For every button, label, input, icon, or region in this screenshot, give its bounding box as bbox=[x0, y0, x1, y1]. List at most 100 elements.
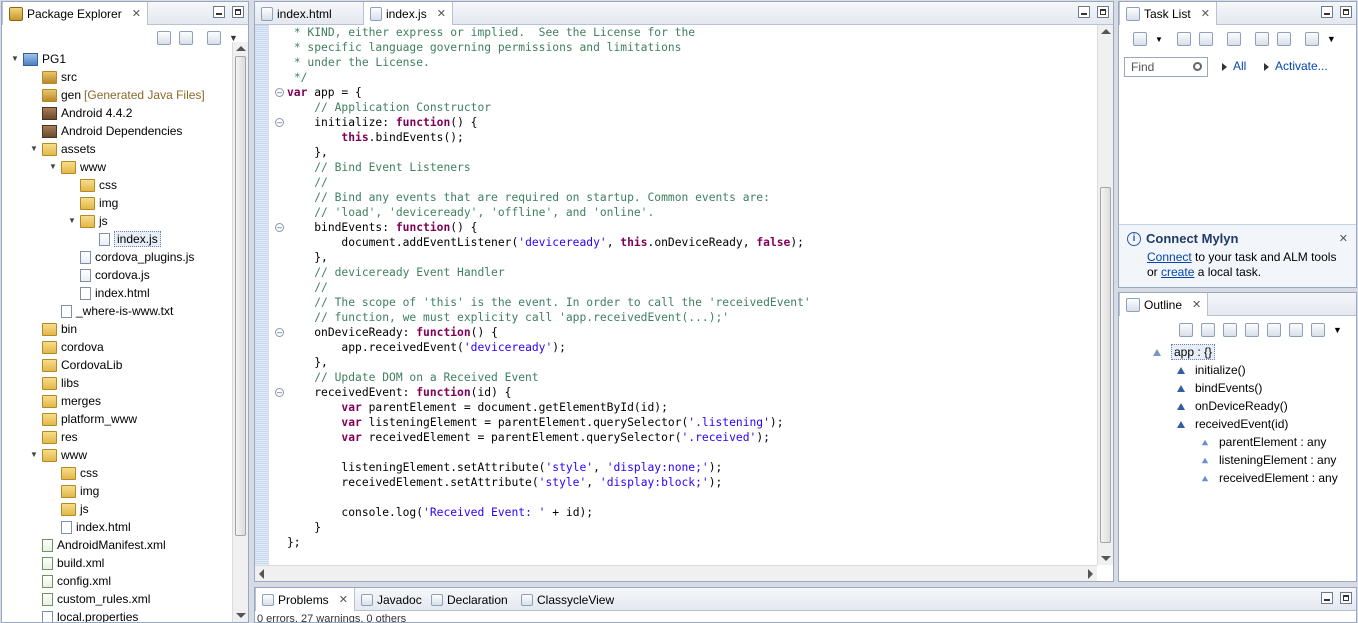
tree-item[interactable]: js bbox=[48, 500, 89, 518]
hide-fields-icon[interactable] bbox=[1223, 323, 1237, 337]
outline-item[interactable]: receivedElement : any bbox=[1201, 469, 1338, 487]
fold-collapse-icon[interactable]: – bbox=[275, 118, 284, 127]
scroll-left-icon[interactable] bbox=[259, 569, 264, 579]
focus-icon[interactable] bbox=[1226, 32, 1241, 46]
search-icon[interactable] bbox=[1193, 62, 1202, 71]
link-with-editor-icon[interactable] bbox=[179, 31, 193, 45]
view-menu-chevron-down-icon[interactable]: ▼ bbox=[1327, 34, 1336, 44]
tree-item[interactable]: config.xml bbox=[29, 572, 111, 590]
tree-item[interactable]: ▼ js bbox=[67, 212, 108, 230]
find-input[interactable]: Find bbox=[1124, 57, 1208, 77]
scheduled-icon[interactable] bbox=[1198, 32, 1213, 46]
maximize-button[interactable] bbox=[1097, 6, 1109, 18]
tree-item[interactable]: build.xml bbox=[29, 554, 104, 572]
expand-chevron-icon[interactable]: ▼ bbox=[48, 162, 58, 172]
tree-item[interactable]: merges bbox=[29, 392, 101, 410]
expand-chevron-icon[interactable]: ▼ bbox=[10, 54, 20, 64]
tab-declaration[interactable]: Declaration bbox=[425, 588, 514, 611]
synchronize-icon[interactable] bbox=[1304, 32, 1319, 46]
new-task-icon[interactable] bbox=[1133, 32, 1147, 46]
scroll-down-icon[interactable] bbox=[1101, 556, 1111, 561]
tab-package-explorer[interactable]: Package Explorer ✕ bbox=[2, 2, 148, 25]
fold-collapse-icon[interactable]: – bbox=[275, 223, 284, 232]
tree-item[interactable]: bin bbox=[29, 320, 77, 338]
tree-item[interactable]: res bbox=[29, 428, 78, 446]
tree-item[interactable]: cordova_plugins.js bbox=[67, 248, 194, 266]
tab-problems[interactable]: Problems ✕ bbox=[255, 588, 355, 611]
tab-index-html[interactable]: index.html bbox=[255, 2, 363, 25]
outline-item[interactable]: app : {} bbox=[1153, 343, 1216, 361]
close-icon[interactable]: ✕ bbox=[1201, 7, 1210, 20]
close-icon[interactable]: ✕ bbox=[1339, 232, 1348, 245]
focus-icon[interactable] bbox=[1179, 323, 1193, 337]
expand-chevron-icon[interactable]: ▼ bbox=[29, 144, 39, 154]
scroll-right-icon[interactable] bbox=[1088, 569, 1093, 579]
code-area[interactable]: * KIND, either express or implied. See t… bbox=[287, 25, 1097, 565]
tree-item[interactable]: ▼ assets bbox=[29, 140, 96, 158]
new-task-chevron-down-icon[interactable]: ▼ bbox=[1155, 35, 1163, 44]
scheduled-all-link[interactable]: All bbox=[1222, 59, 1246, 73]
tree-item[interactable]: gen [Generated Java Files] bbox=[29, 86, 205, 104]
maximize-button[interactable] bbox=[1340, 6, 1352, 18]
tree-item[interactable]: index.js bbox=[86, 230, 161, 248]
connect-link[interactable]: Connect bbox=[1147, 250, 1192, 264]
tree-item[interactable]: img bbox=[67, 194, 118, 212]
scroll-down-icon[interactable] bbox=[236, 613, 246, 618]
tree-item[interactable]: index.html bbox=[48, 518, 131, 536]
fold-collapse-icon[interactable]: – bbox=[275, 88, 284, 97]
tab-javadoc[interactable]: Javadoc bbox=[355, 588, 428, 611]
tree-item[interactable]: CordovaLib bbox=[29, 356, 122, 374]
editor-vertical-scrollbar[interactable] bbox=[1097, 25, 1113, 565]
hide-static-icon[interactable] bbox=[1245, 323, 1259, 337]
explorer-vertical-scrollbar[interactable] bbox=[232, 42, 248, 622]
create-link[interactable]: create bbox=[1161, 265, 1194, 279]
tree-item[interactable]: local.properties bbox=[29, 608, 138, 622]
maximize-button[interactable] bbox=[1340, 592, 1352, 604]
hide-completed-icon[interactable] bbox=[1254, 32, 1269, 46]
tree-item[interactable]: libs bbox=[29, 374, 79, 392]
hide-local-types-icon[interactable] bbox=[1289, 323, 1303, 337]
tree-item[interactable]: custom_rules.xml bbox=[29, 590, 150, 608]
close-icon[interactable]: ✕ bbox=[339, 593, 348, 606]
tree-item[interactable]: css bbox=[67, 176, 117, 194]
hide-non-public-icon[interactable] bbox=[1267, 323, 1281, 337]
tree-item[interactable]: ▼ www bbox=[29, 446, 87, 464]
tree-item[interactable]: ▼ www bbox=[48, 158, 106, 176]
tree-item[interactable]: _where-is-www.txt bbox=[48, 302, 173, 320]
minimize-button[interactable] bbox=[1321, 6, 1333, 18]
editor-horizontal-scrollbar[interactable] bbox=[255, 565, 1097, 581]
tree-item[interactable]: img bbox=[48, 482, 99, 500]
expand-chevron-icon[interactable]: ▼ bbox=[29, 450, 39, 460]
tree-item[interactable]: css bbox=[48, 464, 98, 482]
fold-collapse-icon[interactable]: – bbox=[275, 388, 284, 397]
tree-item[interactable]: cordova.js bbox=[67, 266, 150, 284]
tab-classycleview[interactable]: ClassycleView bbox=[515, 588, 620, 611]
view-menu-chevron-down-icon[interactable]: ▼ bbox=[1333, 325, 1342, 335]
scroll-up-icon[interactable] bbox=[236, 46, 246, 51]
fold-collapse-icon[interactable]: – bbox=[275, 328, 284, 337]
close-icon[interactable]: ✕ bbox=[132, 7, 141, 20]
outline-item[interactable]: receivedEvent(id) bbox=[1177, 415, 1288, 433]
scroll-up-icon[interactable] bbox=[1101, 29, 1111, 34]
tree-item[interactable]: ▼ PG1 bbox=[10, 50, 66, 68]
tree-item[interactable]: Android 4.4.2 bbox=[29, 104, 132, 122]
sort-icon[interactable] bbox=[1201, 323, 1215, 337]
tab-task-list[interactable]: Task List ✕ bbox=[1119, 2, 1217, 25]
collapse-all-icon[interactable] bbox=[1311, 323, 1325, 337]
expand-chevron-icon[interactable]: ▼ bbox=[67, 216, 77, 226]
tree-item[interactable]: src bbox=[29, 68, 77, 86]
tab-outline[interactable]: Outline ✕ bbox=[1119, 293, 1209, 316]
tree-item[interactable]: platform_www bbox=[29, 410, 137, 428]
tab-index-js[interactable]: index.js ✕ bbox=[363, 2, 453, 25]
editor-scroll-thumb[interactable] bbox=[1100, 187, 1111, 543]
minimize-button[interactable] bbox=[1321, 592, 1333, 604]
tree-item[interactable]: AndroidManifest.xml bbox=[29, 536, 166, 554]
tree-item[interactable]: Android Dependencies bbox=[29, 122, 182, 140]
tree-item[interactable]: index.html bbox=[67, 284, 150, 302]
outline-item[interactable]: onDeviceReady() bbox=[1177, 397, 1288, 415]
maximize-button[interactable] bbox=[232, 6, 244, 18]
filters-icon[interactable] bbox=[207, 31, 221, 45]
activate-link[interactable]: Activate... bbox=[1264, 59, 1328, 73]
minimize-button[interactable] bbox=[213, 6, 225, 18]
close-icon[interactable]: ✕ bbox=[437, 7, 446, 20]
